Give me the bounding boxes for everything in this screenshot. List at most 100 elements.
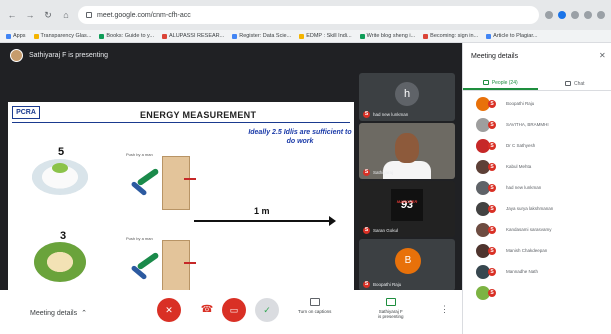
chutney	[52, 163, 68, 173]
present-now-button[interactable]: Sathiyaraj F is presenting	[378, 298, 404, 319]
camera-off-icon: ▭	[229, 304, 239, 315]
participant-tile[interactable]: B S Boopathi Raju	[359, 239, 455, 291]
mic-off-icon: S	[488, 99, 496, 108]
back-icon[interactable]: ←	[6, 9, 18, 21]
captions-label: Turn on captions	[298, 309, 332, 314]
participant-image: MARCHER 93	[391, 189, 423, 221]
mic-off-icon: S	[488, 267, 496, 276]
avatar: B	[395, 248, 421, 274]
extension-icon[interactable]	[558, 11, 566, 19]
push-illustration-top: Push by a man	[126, 152, 196, 214]
red-arrow	[184, 262, 196, 264]
camera-off-button[interactable]: ▭	[222, 298, 246, 322]
participant-name: Manish Chakdeepan	[506, 248, 548, 253]
phone-icon: ☎	[200, 304, 214, 315]
participant-name: SAVITHA, BRAMMHI	[506, 122, 549, 127]
mic-off-icon: S	[363, 169, 370, 176]
participant-tile[interactable]: h S had new lunkman	[359, 73, 455, 121]
confirm-button[interactable]: ✓	[255, 298, 279, 322]
hang-up-button[interactable]: ☎	[199, 302, 215, 318]
list-item[interactable]: S Boopathi Raju	[463, 93, 611, 114]
presenter-text: Sathiyaraj F is presenting	[29, 51, 108, 59]
bookmark-item[interactable]: Apps	[6, 33, 26, 39]
bookmark-item[interactable]: Becoming: sign in...	[423, 33, 478, 39]
mic-off-icon: S	[488, 141, 496, 150]
man-figure	[136, 167, 160, 187]
apps-icon	[6, 33, 11, 39]
star-icon[interactable]	[545, 11, 553, 19]
list-item[interactable]: S SAVITHA, BRAMMHI	[463, 114, 611, 135]
meeting-details-button[interactable]: Meeting details ⌃	[30, 309, 87, 318]
reload-icon[interactable]: ↻	[42, 9, 54, 21]
forward-icon[interactable]: →	[24, 9, 36, 21]
participant-name: Jaya surya lakshmanan	[506, 206, 554, 211]
list-item[interactable]: S Dr C Sathyesh	[463, 135, 611, 156]
idli-leaf-image	[34, 242, 86, 282]
tile-label: S Saran Gokul	[363, 227, 398, 234]
present-icon	[385, 298, 396, 306]
list-item[interactable]: S	[463, 282, 611, 303]
list-item[interactable]: S Jaya surya lakshmanan	[463, 198, 611, 219]
bookmark-icon	[299, 33, 305, 39]
list-item[interactable]: Shad new lunkman	[463, 177, 611, 198]
push-illustration-bottom: Push by a man	[126, 236, 196, 298]
mic-off-icon: S	[488, 162, 496, 171]
list-item[interactable]: S Manish Chakdeepan	[463, 240, 611, 261]
bookmark-item[interactable]: EDMP : Skill Indi...	[299, 33, 352, 39]
folder-icon	[33, 33, 39, 39]
avatar: S	[476, 138, 496, 153]
list-item[interactable]: S Kandasami sarasvamy	[463, 219, 611, 240]
mic-off-icon: S	[488, 246, 496, 255]
close-icon[interactable]: ✕	[599, 51, 606, 60]
lock-icon	[86, 12, 92, 18]
mic-off-icon: ✕	[165, 304, 173, 315]
tab-people[interactable]: People (24)	[463, 77, 538, 90]
distance-label: 1 m	[254, 206, 270, 216]
participant-name: Boopathi Raju	[506, 101, 535, 106]
bookmark-item[interactable]: ALUPASSI RESEAR...	[161, 33, 224, 39]
avatar: S	[476, 222, 496, 237]
list-item[interactable]: S Kabul Mehta	[463, 156, 611, 177]
list-item[interactable]: S Mannadhe Nath	[463, 261, 611, 282]
captions-button[interactable]: Turn on captions	[298, 298, 331, 314]
avatar: S	[476, 180, 496, 195]
push-label: Push by a man	[126, 236, 153, 241]
bookmark-icon	[161, 33, 167, 39]
more-options-icon[interactable]: ⋮	[440, 304, 449, 315]
participant-name: Kabul Mehta	[506, 164, 532, 169]
bookmark-item[interactable]: Write blog sheng i...	[359, 33, 415, 39]
bookmark-item[interactable]: Register: Data Scie...	[232, 33, 291, 39]
check-icon: ✓	[263, 304, 271, 315]
bookmark-item[interactable]: Transparency Glas...	[33, 33, 91, 39]
tab-chat[interactable]: Chat	[538, 77, 611, 90]
distance-arrow	[194, 216, 336, 226]
mic-off-icon: S	[488, 120, 496, 129]
chat-icon	[564, 81, 571, 86]
extension-icon[interactable]	[571, 11, 579, 19]
home-icon[interactable]: ⌂	[60, 9, 72, 21]
mic-off-icon: S	[488, 225, 496, 234]
bookmark-item[interactable]: Books: Guide to y...	[99, 33, 154, 39]
captions-icon	[309, 298, 320, 306]
participant-tile[interactable]: MARCHER 93 S Saran Gokul	[359, 181, 455, 237]
bookmark-icon	[423, 33, 429, 39]
avatar: S	[476, 201, 496, 216]
box-figure	[162, 240, 190, 294]
tile-label: S Sathiyaraj	[363, 169, 393, 176]
panel-title: Meeting details	[471, 53, 519, 60]
browser-toolbar: ← → ↻ ⌂ meet.google.com/cnm-cfh-acc	[0, 0, 611, 30]
mic-off-icon: S	[488, 288, 496, 297]
avatar	[10, 48, 23, 62]
avatar: S	[476, 285, 496, 300]
menu-icon[interactable]	[597, 11, 605, 19]
address-bar[interactable]: meet.google.com/cnm-cfh-acc	[78, 6, 539, 24]
mic-off-icon: S	[363, 227, 370, 234]
tab-label: Chat	[573, 80, 585, 87]
participant-tile[interactable]: S Sathiyaraj	[359, 123, 455, 179]
bookmark-item[interactable]: Article to Plagiar...	[486, 33, 537, 39]
mic-off-button[interactable]: ✕	[157, 298, 181, 322]
avatar: S	[476, 96, 496, 111]
idli-count-top: 5	[58, 146, 65, 158]
avatar: S	[476, 264, 496, 279]
profile-icon[interactable]	[584, 11, 592, 19]
